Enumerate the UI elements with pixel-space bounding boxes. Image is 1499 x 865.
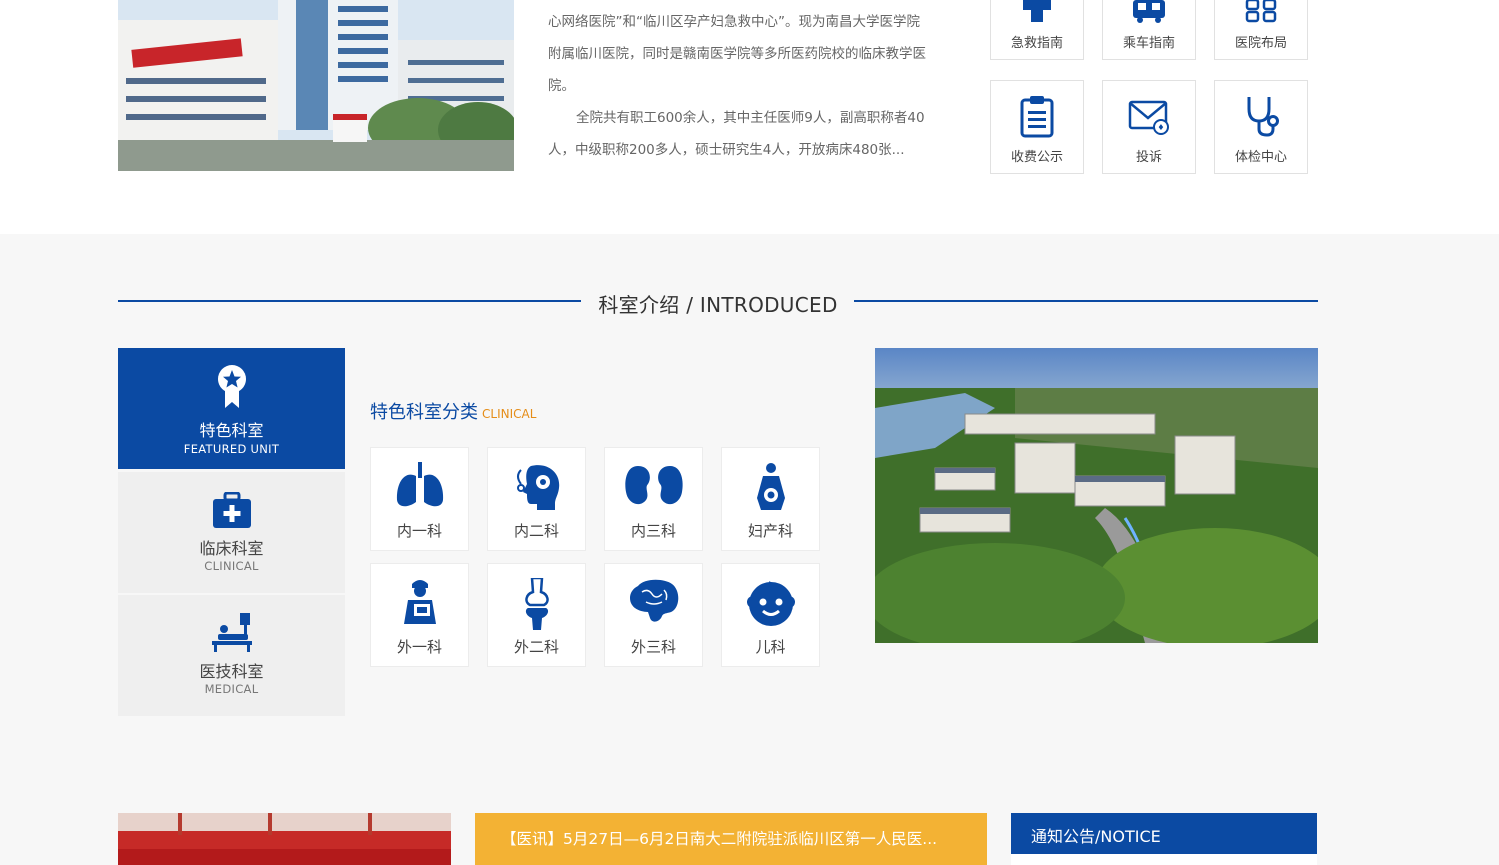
department-label: 内一科: [396, 522, 442, 540]
mail-icon: ♦: [1128, 100, 1169, 135]
intro-line: 附属临川医院，同时是赣南医学院等多所医药院校的临床教学医: [548, 46, 926, 62]
department-card-surgery-1[interactable]: 外一科: [370, 563, 469, 667]
news-headline[interactable]: 【医讯】5月27日—6月2日南大二附院驻派临川区第一人民医...: [501, 827, 937, 849]
tab-medical-tech[interactable]: 医技科室 MEDICAL: [118, 595, 345, 716]
quick-link-label: 体检中心: [1234, 150, 1287, 165]
department-label: 内二科: [513, 522, 559, 540]
intro-line: 心网络医院”和“临川区孕产妇急救中心”。现为南昌大学医学院: [548, 14, 920, 30]
quick-link-checkup[interactable]: 体检中心: [1214, 80, 1308, 174]
campus-aerial-photo[interactable]: [875, 348, 1318, 643]
quick-link-label: 投诉: [1135, 150, 1162, 165]
tab-label: 特色科室: [199, 421, 264, 440]
news-photo[interactable]: [118, 813, 451, 865]
quick-link-bus[interactable]: 乘车指南: [1102, 0, 1196, 60]
bone-joint-icon: [524, 578, 549, 630]
department-label: 内三科: [630, 522, 676, 540]
section-heading: 科室介绍 / INTRODUCED: [118, 286, 1318, 317]
hospital-intro-section: 心网络医院”和“临川区孕产妇急救中心”。现为南昌大学医学院 附属临川医院，同时是…: [0, 0, 1499, 234]
brain-head-icon: [516, 465, 559, 510]
intro-line: 全院共有职工600余人，其中主任医师9人，副高职称者40: [576, 110, 925, 126]
award-ribbon-icon: [217, 365, 246, 408]
department-label: 外三科: [630, 638, 676, 656]
notice-title: 通知公告/NOTICE: [1031, 827, 1161, 846]
quick-link-label: 收费公示: [1010, 150, 1063, 165]
department-card-internal-3[interactable]: 内三科: [604, 447, 703, 551]
brain-icon: [629, 579, 678, 622]
category-heading: 特色科室分类 CLINICAL: [370, 398, 536, 424]
department-label: 儿科: [755, 638, 786, 656]
tab-clinical[interactable]: 临床科室 CLINICAL: [118, 472, 345, 593]
department-label: 外二科: [513, 638, 559, 656]
stethoscope-icon: [1247, 97, 1279, 137]
intro-line: 人，中级职称200多人，硕士研究生4人，开放病床480张...: [548, 142, 905, 158]
quick-link-label: 乘车指南: [1122, 36, 1175, 51]
notice-panel: 通知公告/NOTICE: [1011, 813, 1317, 865]
intro-line: 院。: [548, 78, 575, 94]
patient-bed-icon: [211, 613, 252, 652]
lungs-icon: [396, 462, 443, 507]
department-card-obstetrics[interactable]: 妇产科: [721, 447, 820, 551]
tab-label: 医技科室: [199, 662, 264, 681]
tab-sublabel: FEATURED UNIT: [183, 442, 280, 456]
quick-link-complaint[interactable]: ♦ 投诉: [1102, 80, 1196, 174]
department-label: 妇产科: [747, 522, 793, 540]
svg-text:♦: ♦: [1157, 123, 1164, 132]
news-headline-bar[interactable]: 【医讯】5月27日—6月2日南大二附院驻派临川区第一人民医...: [475, 813, 987, 865]
tab-sublabel: MEDICAL: [204, 682, 259, 696]
department-label: 外一科: [396, 638, 442, 656]
department-card-internal-2[interactable]: 内二科: [487, 447, 586, 551]
department-card-surgery-2[interactable]: 外二科: [487, 563, 586, 667]
medical-kit-icon: [212, 492, 251, 528]
quick-link-label: 急救指南: [1010, 36, 1063, 51]
tab-featured-unit[interactable]: 特色科室 FEATURED UNIT: [118, 348, 345, 469]
tab-label: 临床科室: [199, 539, 264, 558]
quick-link-fees[interactable]: 收费公示: [990, 80, 1084, 174]
department-section: 科室介绍 / INTRODUCED 特色科室 FEATURED UNIT 临床科…: [0, 234, 1499, 865]
quick-link-label: 医院布局: [1234, 36, 1287, 51]
baby-face-icon: [746, 581, 795, 626]
first-aid-cross-icon: [1023, 0, 1051, 22]
department-card-pediatrics[interactable]: 儿科: [721, 563, 820, 667]
category-title-en: CLINICAL: [482, 407, 537, 421]
surgeon-icon: [403, 580, 436, 624]
hospital-intro-text: 心网络医院”和“临川区孕产妇急救中心”。现为南昌大学医学院 附属临川医院，同时是…: [548, 6, 958, 166]
category-title: 特色科室分类: [370, 402, 478, 423]
pregnant-icon: [756, 463, 785, 510]
hospital-building-photo[interactable]: [118, 0, 514, 171]
section-title: 科室介绍 / INTRODUCED: [598, 293, 838, 317]
clipboard-icon: [1020, 96, 1054, 138]
layout-grid-icon: [1245, 0, 1277, 23]
quick-link-layout[interactable]: 医院布局: [1214, 0, 1308, 60]
department-card-internal-1[interactable]: 内一科: [370, 447, 469, 551]
tab-sublabel: CLINICAL: [204, 559, 259, 573]
kidneys-icon: [624, 466, 683, 505]
bus-icon: [1133, 0, 1165, 23]
department-card-surgery-3[interactable]: 外三科: [604, 563, 703, 667]
quick-link-emergency[interactable]: 急救指南: [990, 0, 1084, 60]
notice-header: 通知公告/NOTICE: [1011, 813, 1317, 854]
